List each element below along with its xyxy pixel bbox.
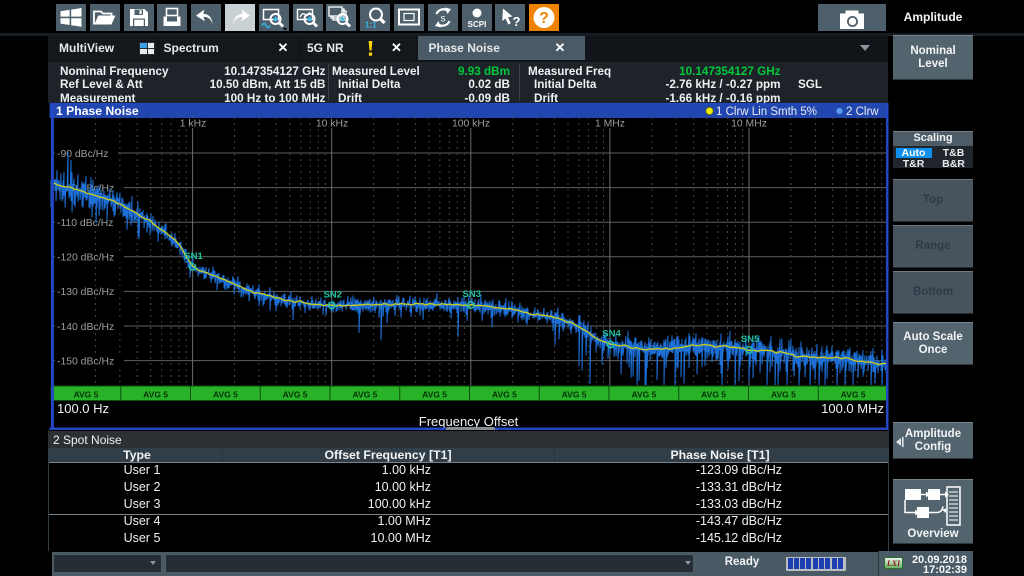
svg-text:-130 dBc/Hz: -130 dBc/Hz bbox=[57, 287, 114, 298]
svg-text:SN5: SN5 bbox=[741, 334, 760, 345]
svg-text:1 Phase Noise: 1 Phase Noise bbox=[56, 104, 139, 118]
svg-text:10 kHz: 10 kHz bbox=[316, 119, 348, 130]
svg-text:100 kHz: 100 kHz bbox=[452, 119, 490, 130]
svg-text:1 MHz: 1 MHz bbox=[595, 119, 625, 130]
svg-text:100.0 MHz: 100.0 MHz bbox=[821, 401, 884, 416]
svg-text:10 MHz: 10 MHz bbox=[731, 119, 767, 130]
svg-text:?: ? bbox=[539, 10, 549, 27]
svg-text:2 Clrw: 2 Clrw bbox=[846, 106, 879, 118]
svg-text:AVG 5: AVG 5 bbox=[283, 389, 308, 399]
svg-text:1 kHz: 1 kHz bbox=[180, 119, 207, 130]
svg-text:AVG 5: AVG 5 bbox=[562, 389, 587, 399]
svg-text:-90 dBc/Hz: -90 dBc/Hz bbox=[57, 149, 108, 160]
svg-text:SN4: SN4 bbox=[602, 329, 621, 340]
svg-text:AVG 5: AVG 5 bbox=[73, 389, 98, 399]
svg-text:100.0 Hz: 100.0 Hz bbox=[57, 401, 109, 416]
svg-text:AVG 5: AVG 5 bbox=[492, 389, 517, 399]
svg-text:SN1: SN1 bbox=[184, 251, 203, 262]
svg-text:SN3: SN3 bbox=[463, 289, 481, 300]
svg-text:AVG 5: AVG 5 bbox=[143, 389, 168, 399]
svg-text:AVG 5: AVG 5 bbox=[771, 389, 796, 399]
svg-text:AVG 5: AVG 5 bbox=[352, 389, 377, 399]
svg-text:s: s bbox=[441, 14, 446, 25]
svg-text:AVG 5: AVG 5 bbox=[631, 389, 656, 399]
svg-text:1 Clrw Lin Smth 5%: 1 Clrw Lin Smth 5% bbox=[716, 106, 817, 118]
svg-text:SCPI: SCPI bbox=[468, 20, 487, 29]
svg-text:AVG 5: AVG 5 bbox=[422, 389, 447, 399]
svg-text:-120 dBc/Hz: -120 dBc/Hz bbox=[57, 253, 114, 264]
svg-text:1:1: 1:1 bbox=[365, 21, 377, 30]
svg-text:AVG 5: AVG 5 bbox=[841, 389, 866, 399]
svg-text:SN2: SN2 bbox=[323, 290, 341, 301]
svg-text:?: ? bbox=[513, 14, 521, 29]
svg-text:-140 dBc/Hz: -140 dBc/Hz bbox=[57, 322, 114, 333]
svg-text:-110 dBc/Hz: -110 dBc/Hz bbox=[57, 218, 113, 229]
svg-text:AVG 5: AVG 5 bbox=[213, 389, 238, 399]
svg-text:AVG 5: AVG 5 bbox=[701, 389, 726, 399]
svg-text:Frequency Offset: Frequency Offset bbox=[419, 414, 519, 429]
svg-text:-150 dBc/Hz: -150 dBc/Hz bbox=[57, 356, 114, 367]
